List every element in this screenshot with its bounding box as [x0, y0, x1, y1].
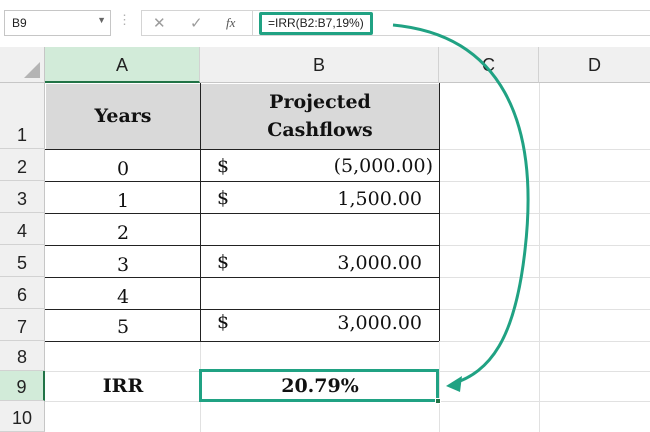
- table-border: [45, 309, 439, 310]
- chevron-down-icon[interactable]: ▼: [97, 15, 106, 25]
- column-header-c[interactable]: C: [439, 47, 539, 83]
- formula-text[interactable]: =IRR(B2:B7,19%): [259, 12, 373, 35]
- gridline: [439, 341, 650, 342]
- year-cell[interactable]: 2: [46, 222, 200, 244]
- table-border: [45, 181, 439, 182]
- drag-handle-icon[interactable]: ⋮: [118, 12, 131, 28]
- table-border: [45, 213, 439, 214]
- row-header-2[interactable]: 2: [0, 149, 45, 181]
- insert-function-icon[interactable]: fx: [226, 15, 235, 31]
- row-header-8[interactable]: 8: [0, 341, 45, 371]
- row-header-10[interactable]: 10: [0, 401, 45, 432]
- year-cell[interactable]: 3: [46, 254, 200, 276]
- currency-symbol: $: [217, 155, 230, 177]
- row-header-4[interactable]: 4: [0, 213, 45, 245]
- row-header-3[interactable]: 3: [0, 181, 45, 213]
- row-header-7[interactable]: 7: [0, 309, 45, 341]
- cashflow-cell[interactable]: 3,000.00: [240, 252, 422, 274]
- gridline: [439, 181, 650, 182]
- table-border: [439, 83, 440, 341]
- cancel-icon[interactable]: ✕: [153, 14, 166, 32]
- select-all-icon: [24, 62, 40, 78]
- gridline: [439, 149, 650, 150]
- fill-handle[interactable]: [435, 398, 441, 404]
- gridline: [439, 309, 650, 310]
- irr-value[interactable]: 20.79%: [201, 373, 439, 399]
- currency-symbol: $: [217, 187, 230, 209]
- row-header-1[interactable]: 1: [0, 83, 45, 149]
- year-cell[interactable]: 1: [46, 190, 200, 212]
- currency-symbol: $: [217, 251, 230, 273]
- row-header-9[interactable]: 9: [0, 371, 45, 401]
- gridline: [439, 277, 650, 278]
- table-border: [45, 245, 439, 246]
- header-cashflows-line2[interactable]: Cashflows: [201, 117, 439, 143]
- select-all-button[interactable]: [0, 47, 45, 83]
- header-cashflows-line1[interactable]: Projected: [201, 89, 439, 115]
- cashflow-cell[interactable]: (5,000.00): [240, 155, 433, 177]
- row-header-6[interactable]: 6: [0, 277, 45, 309]
- column-header-b[interactable]: B: [200, 47, 439, 83]
- gridline: [439, 245, 650, 246]
- cashflow-cell[interactable]: 1,500.00: [240, 188, 422, 210]
- cashflow-cell[interactable]: 3,000.00: [240, 312, 422, 334]
- column-header-a[interactable]: A: [45, 47, 200, 83]
- header-years[interactable]: Years: [46, 103, 200, 129]
- year-cell[interactable]: 0: [46, 158, 200, 180]
- name-box-value: B9: [12, 16, 27, 30]
- gridline: [539, 83, 540, 432]
- table-border: [45, 277, 439, 278]
- gridline: [439, 213, 650, 214]
- currency-symbol: $: [217, 311, 230, 333]
- formula-buttons: ✕ ✓ fx: [141, 10, 253, 36]
- table-border: [45, 341, 439, 342]
- irr-label[interactable]: IRR: [46, 373, 200, 399]
- year-cell[interactable]: 5: [46, 316, 200, 338]
- enter-icon[interactable]: ✓: [190, 14, 203, 32]
- table-border: [45, 149, 439, 150]
- formula-bar: B9 ▼ ⋮ ✕ ✓ fx =IRR(B2:B7,19%): [0, 0, 650, 47]
- row-header-5[interactable]: 5: [0, 245, 45, 277]
- year-cell[interactable]: 4: [46, 286, 200, 308]
- name-box[interactable]: B9 ▼: [4, 10, 111, 36]
- column-header-d[interactable]: D: [539, 47, 650, 83]
